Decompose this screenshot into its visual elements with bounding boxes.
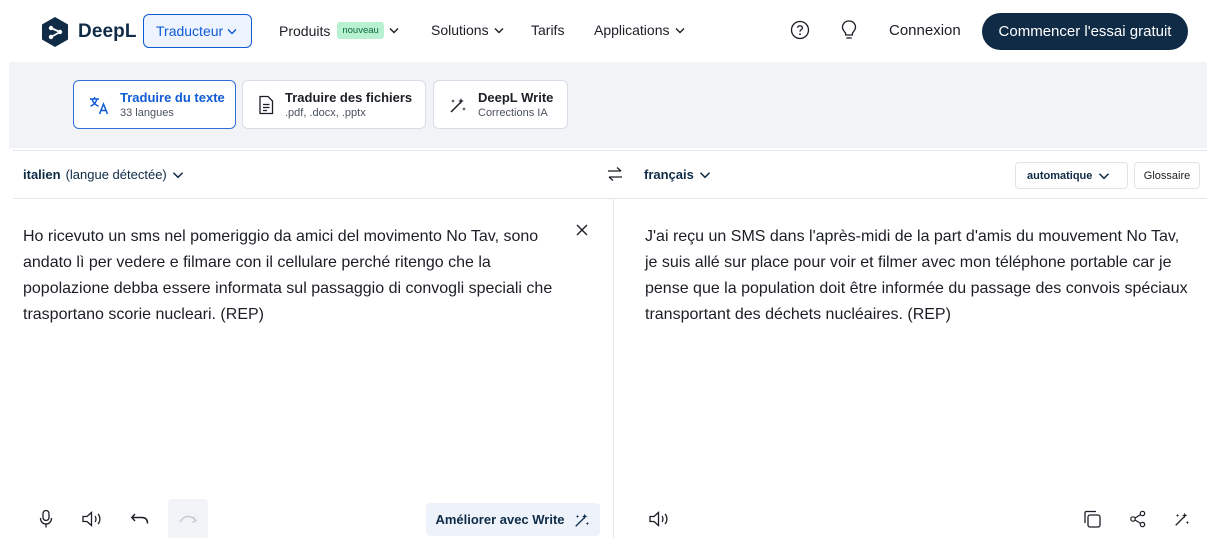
produits-menu[interactable]: Produits nouveau	[279, 22, 399, 39]
help-icon[interactable]	[788, 18, 812, 42]
redo-button[interactable]	[168, 499, 208, 538]
lightbulb-icon[interactable]	[837, 18, 861, 42]
mode-subtitle: 33 langues	[120, 106, 174, 119]
chevron-down-icon	[389, 28, 399, 34]
translate-icon	[90, 96, 109, 114]
chevron-down-icon	[494, 27, 504, 33]
magic-wand-icon	[574, 513, 589, 527]
copy-icon[interactable]	[1081, 508, 1103, 530]
tarifs-label: Tarifs	[531, 22, 565, 38]
speaker-icon[interactable]	[81, 508, 103, 530]
traducteur-dropdown[interactable]: Traducteur	[143, 14, 252, 48]
solutions-label: Solutions	[431, 22, 489, 38]
start-trial-button[interactable]: Commencer l'essai gratuit	[982, 13, 1188, 50]
mode-title: DeepL Write	[478, 89, 554, 105]
mode-subtitle: .pdf, .docx, .pptx	[285, 106, 366, 119]
logo-text: DeepL	[78, 21, 137, 42]
chevron-down-icon	[675, 27, 684, 33]
redo-icon	[179, 515, 198, 524]
nouveau-badge: nouveau	[337, 22, 384, 39]
improve-with-write-button[interactable]: Améliorer avec Write	[426, 503, 600, 536]
chevron-down-icon	[172, 171, 183, 178]
mode-translate-text[interactable]: Traduire du texte 33 langues	[73, 80, 236, 129]
language-bar: italien (langue détectée) français autom…	[13, 151, 1207, 199]
mode-deepl-write[interactable]: DeepL Write Corrections IA	[433, 80, 568, 129]
mode-subtitle: Corrections IA	[478, 106, 548, 119]
share-icon[interactable]	[1127, 508, 1149, 530]
traducteur-label: Traducteur	[156, 23, 224, 39]
chevron-down-icon	[1099, 172, 1110, 179]
document-icon	[259, 95, 274, 114]
mode-translate-files[interactable]: Traduire des fichiers .pdf, .docx, .pptx	[242, 80, 426, 129]
target-language-selector[interactable]: français	[644, 167, 711, 182]
magic-wand-icon	[450, 97, 466, 113]
mode-selector-band: Traduire du texte 33 langues Traduire de…	[9, 62, 1207, 148]
microphone-icon[interactable]	[35, 508, 57, 530]
swap-languages-icon[interactable]	[606, 165, 624, 183]
deepl-logo[interactable]: DeepL	[39, 16, 137, 48]
connexion-link[interactable]: Connexion	[889, 22, 961, 39]
glossary-button[interactable]: Glossaire	[1134, 162, 1200, 189]
formality-dropdown[interactable]: automatique	[1015, 162, 1128, 189]
panel-divider	[613, 199, 614, 538]
solutions-menu[interactable]: Solutions	[431, 22, 504, 38]
source-language-selector[interactable]: italien (langue détectée)	[23, 167, 184, 182]
chevron-down-icon	[227, 28, 237, 34]
undo-icon[interactable]	[129, 508, 151, 530]
tarifs-link[interactable]: Tarifs	[531, 22, 564, 38]
deepl-logo-icon	[42, 17, 68, 47]
translator-panel: italien (langue détectée) français autom…	[13, 150, 1207, 538]
formality-label: automatique	[1027, 169, 1093, 182]
close-icon[interactable]	[575, 223, 589, 237]
applications-menu[interactable]: Applications	[594, 22, 685, 38]
target-language: français	[644, 167, 694, 182]
mode-title: Traduire du texte	[120, 89, 225, 105]
translated-text-output: J'ai reçu un SMS dans l'après-midi de la…	[645, 228, 1188, 323]
mode-title: Traduire des fichiers	[285, 89, 413, 105]
top-navigation: DeepL Traducteur Produits nouveau Soluti…	[0, 0, 1207, 62]
produits-label: Produits	[279, 22, 331, 39]
applications-label: Applications	[594, 22, 670, 38]
magic-wand-icon[interactable]	[1171, 508, 1193, 530]
source-text-input[interactable]: Ho ricevuto un sms nel pomeriggio da ami…	[23, 224, 563, 328]
speaker-icon[interactable]	[648, 508, 670, 530]
improve-label: Améliorer avec Write	[435, 512, 565, 527]
source-language: italien	[23, 167, 61, 182]
detected-label: (langue détectée)	[65, 167, 167, 182]
chevron-down-icon	[699, 171, 710, 178]
